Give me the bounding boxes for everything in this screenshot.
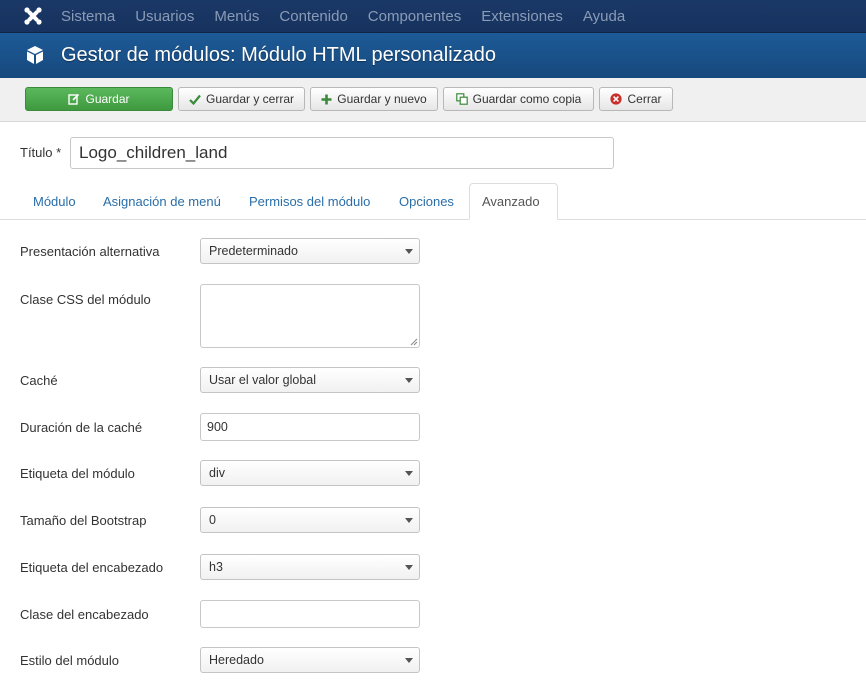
layout-select[interactable]: Predeterminado [200, 238, 420, 264]
save-new-button[interactable]: Guardar y nuevo [310, 87, 438, 111]
chevron-down-icon [405, 249, 413, 254]
edit-icon [68, 93, 80, 105]
chevron-down-icon [405, 565, 413, 570]
tab-bar: Módulo Asignación de menú Permisos del m… [0, 183, 866, 220]
bootstrap-size-label: Tamaño del Bootstrap [20, 513, 147, 528]
header-tag-value: h3 [209, 560, 223, 574]
copy-icon [455, 93, 468, 105]
menu-menus[interactable]: Menús [214, 8, 259, 25]
save-close-button[interactable]: Guardar y cerrar [178, 87, 305, 111]
menu-usuarios[interactable]: Usuarios [135, 8, 194, 25]
chevron-down-icon [405, 378, 413, 383]
menu-contenido[interactable]: Contenido [279, 8, 347, 25]
save-label: Guardar [85, 92, 130, 106]
bootstrap-size-value: 0 [209, 513, 216, 527]
tab-opciones[interactable]: Opciones [387, 183, 466, 219]
title-input[interactable]: Logo_children_land [70, 137, 614, 169]
page-header: Gestor de módulos: Módulo HTML personali… [0, 33, 866, 78]
cancel-icon [610, 93, 623, 105]
module-style-value: Heredado [209, 653, 264, 667]
toolbar: Guardar Guardar y cerrar Guardar y nuevo… [0, 78, 866, 122]
top-navbar: Sistema Usuarios Menús Contenido Compone… [0, 0, 866, 33]
module-class-textarea[interactable] [200, 284, 420, 348]
main-menu: Sistema Usuarios Menús Contenido Compone… [61, 0, 645, 32]
cube-icon [27, 46, 43, 64]
cache-select[interactable]: Usar el valor global [200, 367, 420, 393]
menu-ayuda[interactable]: Ayuda [583, 8, 625, 25]
tab-permisos[interactable]: Permisos del módulo [237, 183, 382, 219]
header-tag-label: Etiqueta del encabezado [20, 560, 164, 575]
chevron-down-icon [405, 658, 413, 663]
module-style-select[interactable]: Heredado [200, 647, 420, 673]
save-copy-label: Guardar como copia [472, 92, 582, 106]
menu-extensiones[interactable]: Extensiones [481, 8, 563, 25]
check-icon [189, 94, 201, 105]
tab-avanzado[interactable]: Avanzado [469, 183, 558, 220]
close-label: Cerrar [627, 92, 662, 106]
layout-value: Predeterminado [209, 244, 298, 258]
bootstrap-size-select[interactable]: 0 [200, 507, 420, 533]
save-new-label: Guardar y nuevo [337, 92, 427, 106]
resize-grip-icon[interactable] [410, 338, 418, 346]
menu-sistema[interactable]: Sistema [61, 8, 115, 25]
header-class-input[interactable] [200, 600, 420, 628]
module-tag-label: Etiqueta del módulo [20, 466, 135, 481]
module-tag-value: div [209, 466, 225, 480]
header-tag-select[interactable]: h3 [200, 554, 420, 580]
save-close-label: Guardar y cerrar [205, 92, 295, 106]
module-style-label: Estilo del módulo [20, 653, 119, 668]
save-button[interactable]: Guardar [25, 87, 173, 111]
tab-modulo[interactable]: Módulo [21, 183, 88, 219]
close-button[interactable]: Cerrar [599, 87, 673, 111]
cache-time-input[interactable]: 900 [200, 413, 420, 441]
tab-asignacion-menu[interactable]: Asignación de menú [91, 183, 233, 219]
chevron-down-icon [405, 471, 413, 476]
title-label: Título * [20, 145, 62, 160]
layout-label: Presentación alternativa [20, 244, 160, 259]
module-tag-select[interactable]: div [200, 460, 420, 486]
page-title: Gestor de módulos: Módulo HTML personali… [61, 44, 497, 66]
module-class-label: Clase CSS del módulo [20, 292, 151, 307]
plus-icon [321, 94, 332, 105]
header-class-label: Clase del encabezado [20, 607, 149, 622]
cache-value: Usar el valor global [209, 373, 316, 387]
joomla-logo-icon[interactable] [23, 6, 43, 26]
chevron-down-icon [405, 518, 413, 523]
cache-label: Caché [20, 373, 58, 388]
menu-componentes[interactable]: Componentes [368, 8, 461, 25]
save-copy-button[interactable]: Guardar como copia [443, 87, 594, 111]
cache-time-label: Duración de la caché [20, 420, 143, 435]
